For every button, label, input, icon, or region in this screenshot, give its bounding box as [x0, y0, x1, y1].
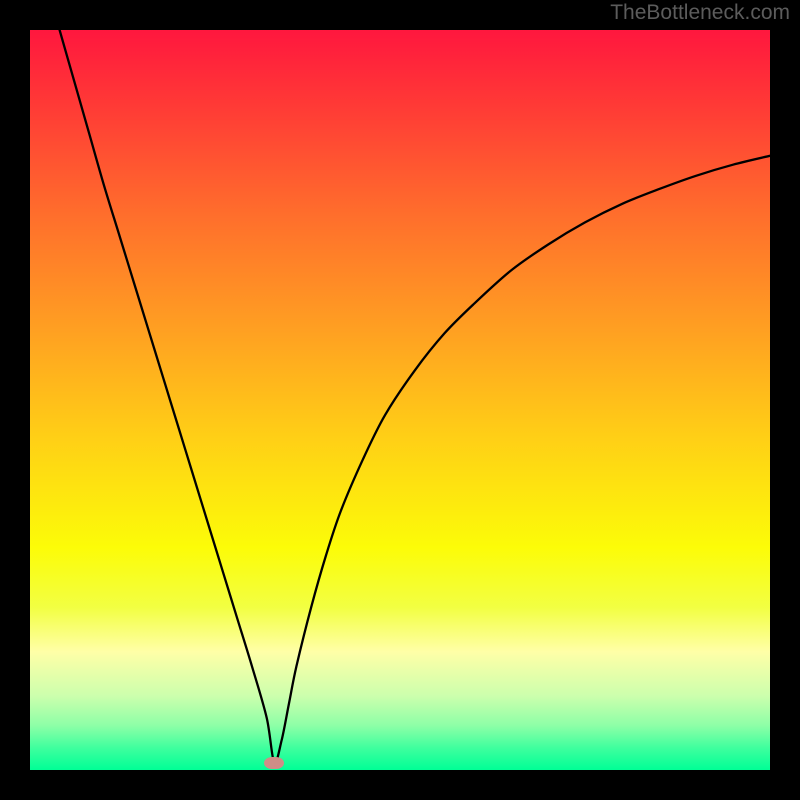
chart-svg: [30, 30, 770, 770]
chart-frame: TheBottleneck.com: [0, 0, 800, 800]
minimum-marker: [264, 757, 284, 769]
gradient-background: [30, 30, 770, 770]
plot-area: [30, 30, 770, 770]
watermark-text: TheBottleneck.com: [610, 1, 790, 25]
